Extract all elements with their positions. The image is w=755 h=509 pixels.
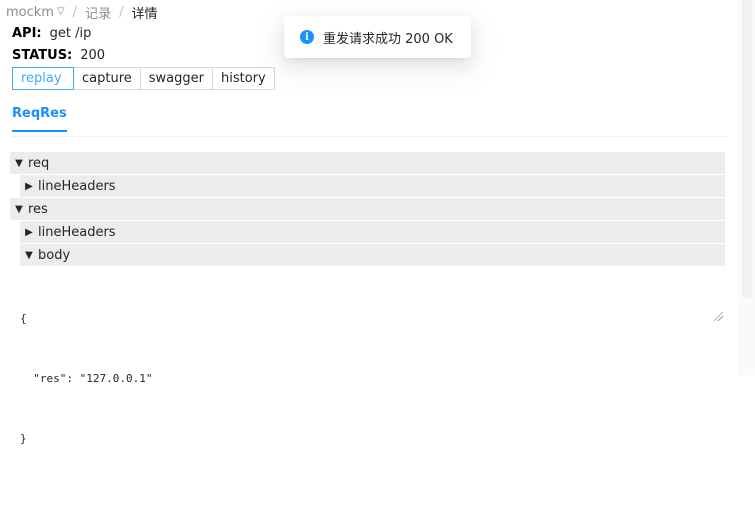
tree-node-res[interactable]: ▼ res <box>10 198 725 221</box>
swagger-button[interactable]: swagger <box>139 67 213 90</box>
tab-bar: ReqRes <box>12 96 726 137</box>
status-row: STATUS: 200 <box>12 45 105 65</box>
code-line: "res": "127.0.0.1" <box>20 372 153 385</box>
vertical-scrollbar[interactable] <box>738 0 755 375</box>
tree-node-req[interactable]: ▼ req <box>10 152 725 175</box>
toast-message: 重发请求成功 200 OK <box>323 31 453 47</box>
api-row: API: get /ip <box>12 23 91 43</box>
scrollbar-thumb[interactable] <box>742 0 752 298</box>
api-value: get /ip <box>49 25 92 41</box>
resize-grip-icon[interactable] <box>714 312 723 321</box>
tree-node-res-lineheaders[interactable]: ▶ lineHeaders <box>20 221 725 244</box>
toast-notification: i 重发请求成功 200 OK <box>284 16 471 58</box>
breadcrumb: mockm ▽ / 记录 / 详情 <box>6 3 158 22</box>
caret-down-icon: ▼ <box>15 203 23 215</box>
caret-right-icon: ▶ <box>25 226 33 238</box>
tree-node-label: body <box>38 247 71 263</box>
caret-down-icon: ▼ <box>25 249 33 261</box>
code-line: } <box>20 432 27 445</box>
info-icon: i <box>300 30 314 44</box>
breadcrumb-current: 详情 <box>131 6 158 22</box>
breadcrumb-section[interactable]: 记录 <box>85 3 111 22</box>
tab-reqres[interactable]: ReqRes <box>12 106 67 132</box>
caret-right-icon: ▶ <box>25 180 33 192</box>
chevron-down-icon[interactable]: ▽ <box>57 6 65 17</box>
code-line: { <box>20 312 27 325</box>
replay-button[interactable]: replay <box>12 67 74 90</box>
tree-node-label: lineHeaders <box>38 224 116 240</box>
tree-node-body[interactable]: ▼ body <box>20 244 725 267</box>
tree-node-label: res <box>28 201 48 217</box>
history-button[interactable]: history <box>211 67 275 90</box>
caret-down-icon: ▼ <box>15 157 23 169</box>
breadcrumb-separator: / <box>119 4 124 20</box>
breadcrumb-separator: / <box>72 4 78 20</box>
tree-node-label: req <box>28 155 50 171</box>
action-button-group: replay capture swagger history <box>12 67 275 90</box>
status-label: STATUS: <box>12 47 73 63</box>
api-label: API: <box>12 25 42 41</box>
tree-node-req-lineheaders[interactable]: ▶ lineHeaders <box>20 175 725 198</box>
status-value: 200 <box>80 47 106 63</box>
breadcrumb-app[interactable]: mockm <box>6 5 54 20</box>
reqres-tree: ▼ req ▶ lineHeaders ▼ res ▶ lineHeaders … <box>10 152 725 445</box>
capture-button[interactable]: capture <box>73 67 141 90</box>
tree-node-label: lineHeaders <box>38 178 116 194</box>
body-code-area[interactable]: { "res": "127.0.0.1" } <box>20 269 725 445</box>
